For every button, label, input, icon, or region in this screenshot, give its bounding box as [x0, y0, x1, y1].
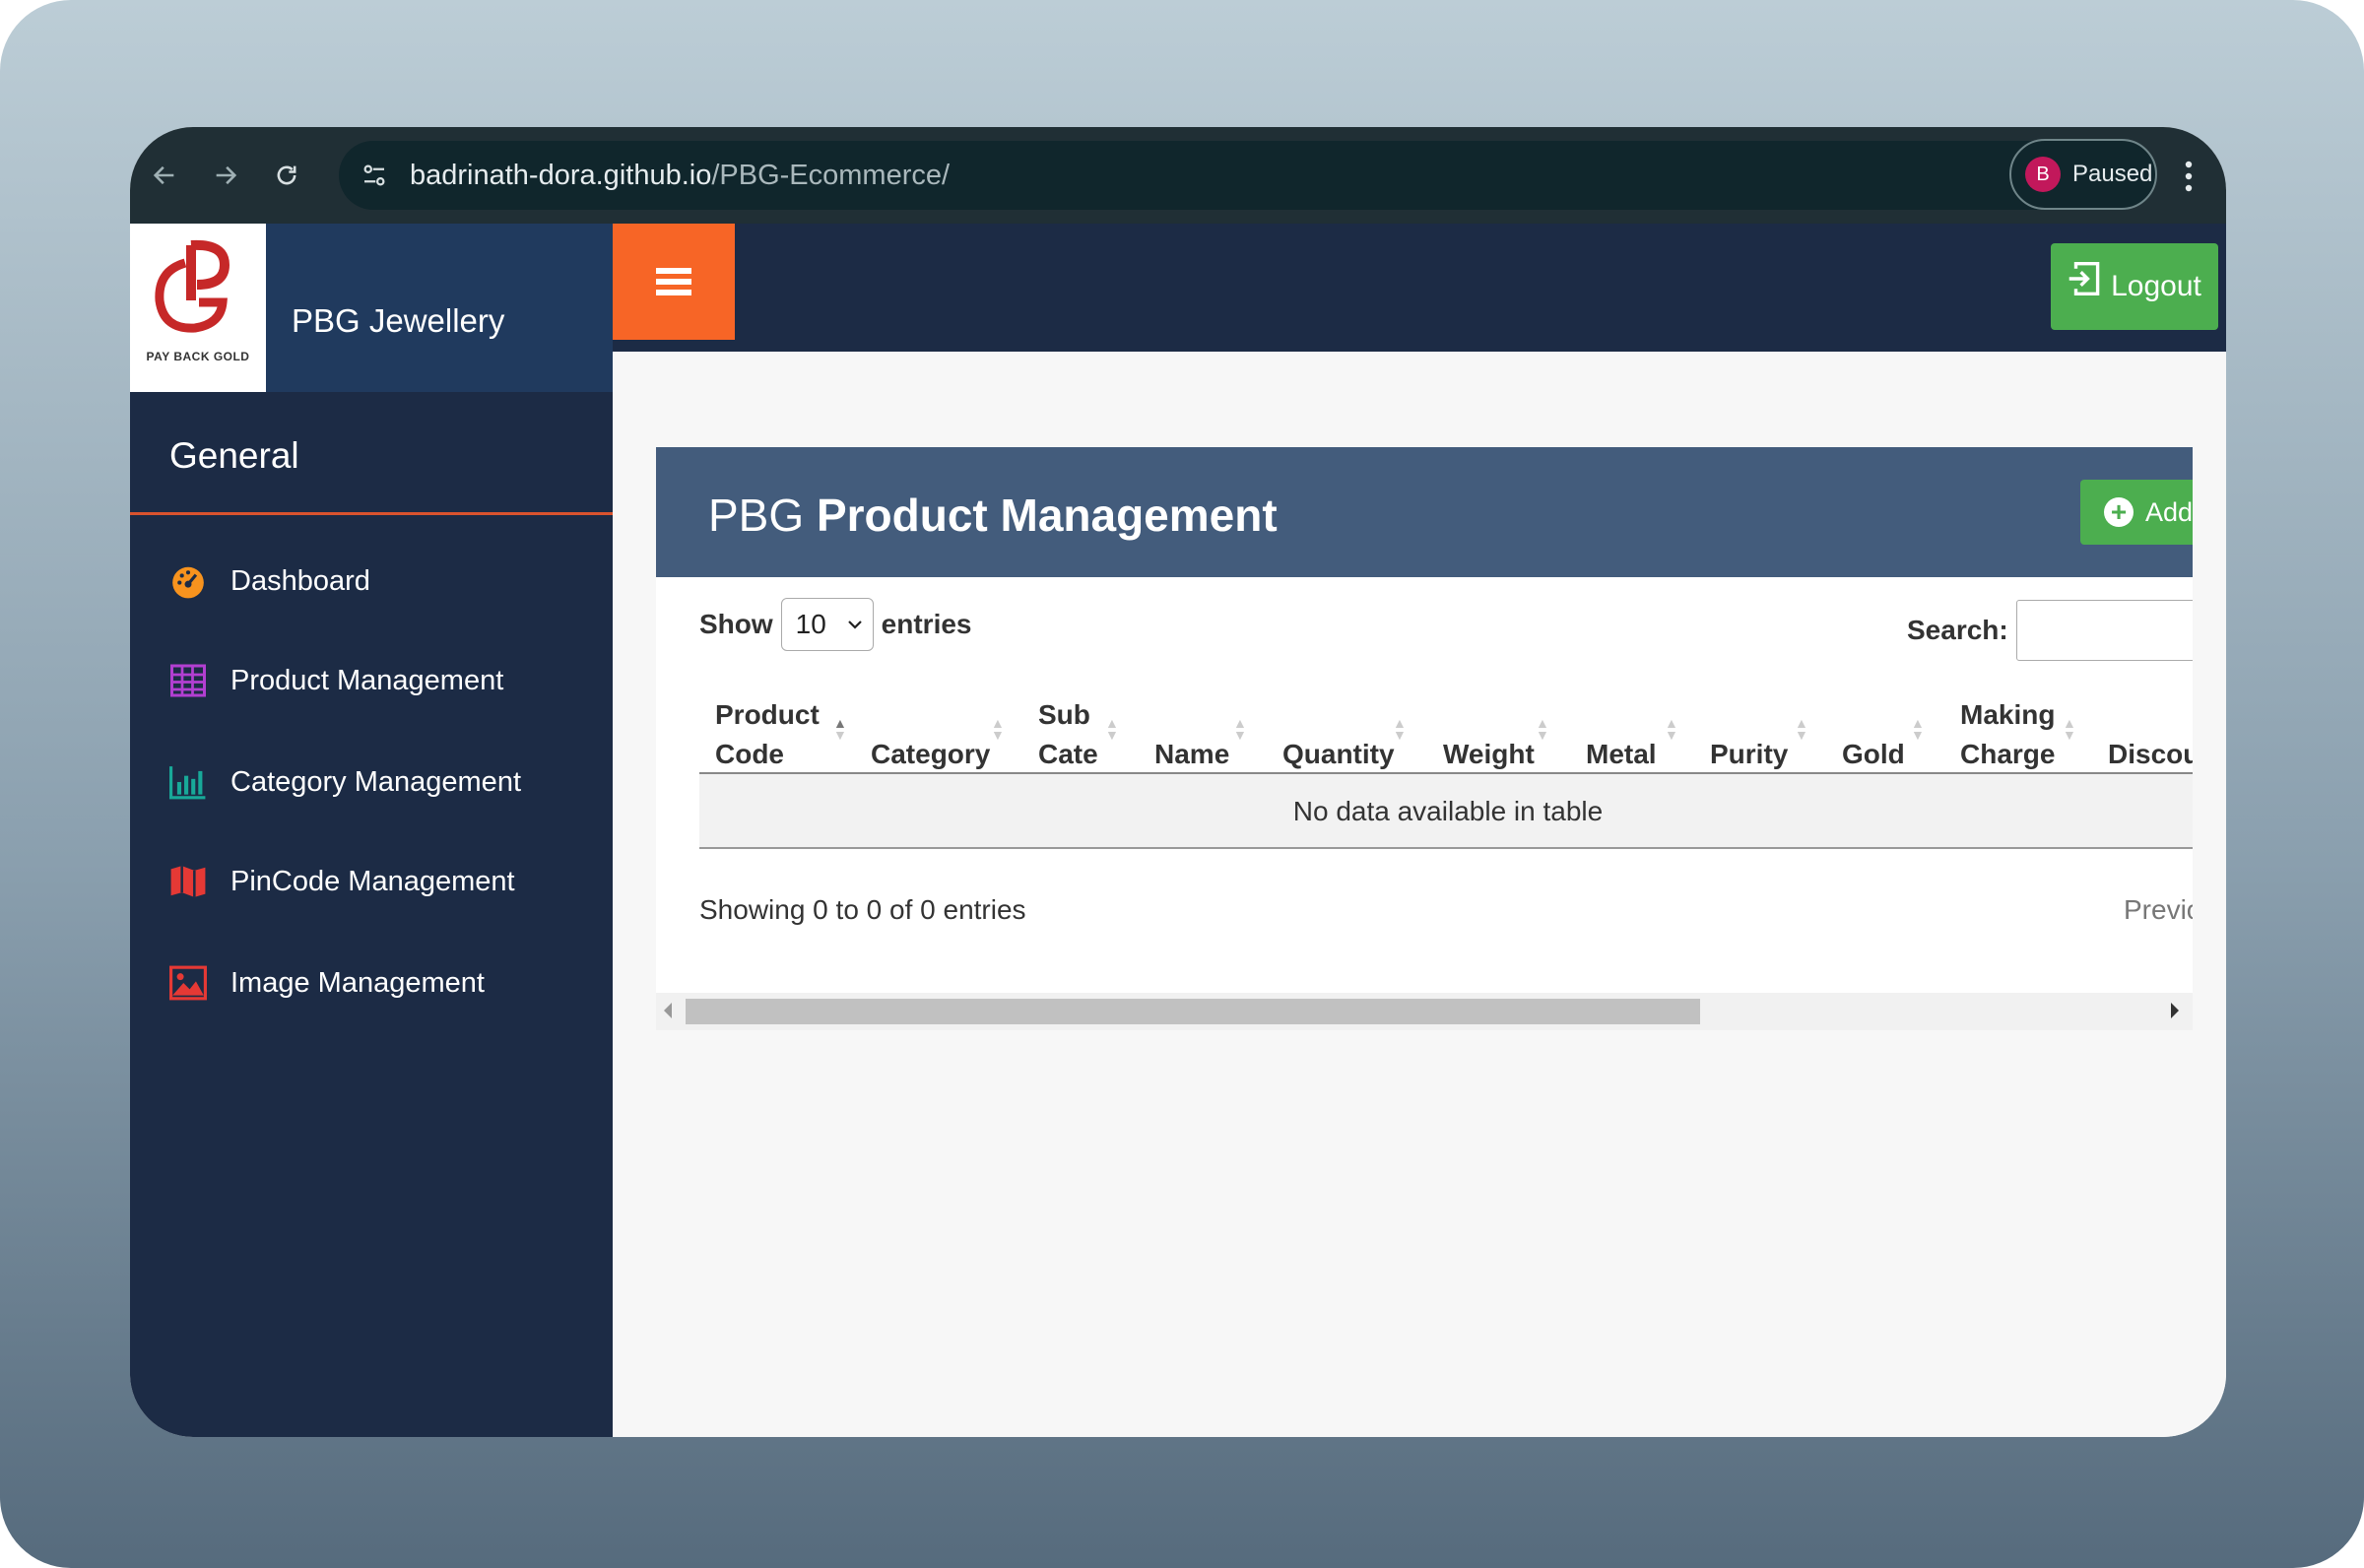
entries-length-control: Show 10 entries	[699, 598, 972, 651]
table-info: Showing 0 to 0 of 0 entries	[699, 894, 1026, 925]
sort-icon: ▲ ▼	[1233, 715, 1247, 743]
menu-toggle-button[interactable]	[613, 224, 735, 340]
sidebar-item-category-management[interactable]: Category Management	[169, 757, 521, 807]
avatar: B	[2025, 157, 2061, 192]
card-header: PBG Product Management + Add	[656, 447, 2193, 577]
entries-value: 10	[795, 609, 826, 639]
column-label: Making	[1960, 699, 2056, 730]
plus-circle-icon: +	[2104, 497, 2134, 527]
sidebar-item-label: Product Management	[230, 664, 504, 696]
column-label: Weight	[1443, 739, 1535, 769]
sidebar-item-product-management[interactable]: Product Management	[169, 656, 503, 705]
sort-icon: ▲ ▼	[1536, 715, 1549, 743]
logo[interactable]: PAY BACK GOLD	[130, 224, 266, 392]
scrollbar-thumb[interactable]	[686, 999, 1700, 1024]
sidebar-item-image-management[interactable]: Image Management	[169, 958, 485, 1008]
browser-window: badrinath-dora.github.io/PBG-Ecommerce/ …	[130, 127, 2226, 1437]
scroll-left-icon[interactable]	[664, 1003, 672, 1018]
title-prefix: PBG	[708, 490, 805, 541]
page-title: PBG Product Management	[708, 489, 1278, 542]
entries-select[interactable]: 10	[780, 598, 874, 651]
add-product-button[interactable]: + Add	[2080, 480, 2193, 545]
search-input[interactable]	[2015, 600, 2193, 661]
column-label: Discou	[2108, 739, 2193, 769]
sidebar-item-label: Image Management	[230, 966, 485, 999]
profile-button[interactable]: B Paused	[2009, 139, 2157, 210]
column-label: Cate	[1038, 739, 1098, 769]
column-label: Quantity	[1282, 739, 1395, 769]
sort-icon: ▲ ▼	[833, 715, 847, 743]
search-label: Search:	[1907, 615, 2008, 645]
url-path: /PBG-Ecommerce/	[711, 159, 951, 191]
entries-label: entries	[881, 609, 972, 639]
screenshot-frame: badrinath-dora.github.io/PBG-Ecommerce/ …	[0, 0, 2364, 1568]
main-content: PBG Product Management + Add Show 10 ent…	[613, 352, 2226, 1437]
sidebar-item-pincode-management[interactable]: PinCode Management	[169, 857, 515, 906]
search-control: Search:	[1907, 600, 2193, 661]
table-grid-icon	[169, 662, 207, 699]
reload-icon[interactable]	[256, 145, 317, 206]
brand-name[interactable]: PBG Jewellery	[292, 302, 504, 340]
sort-icon: ▲ ▼	[1795, 715, 1808, 743]
sidebar-item-label: Dashboard	[230, 564, 370, 597]
column-label: Metal	[1586, 739, 1657, 769]
section-divider	[130, 512, 613, 515]
table-row: No data available in table	[699, 774, 2193, 849]
bar-chart-icon	[169, 763, 207, 801]
column-label: Sub	[1038, 699, 1090, 730]
brand-bar: PAY BACK GOLD PBG Jewellery	[130, 224, 613, 392]
show-label: Show	[699, 609, 773, 639]
chevron-down-icon	[847, 621, 862, 629]
browser-toolbar: badrinath-dora.github.io/PBG-Ecommerce/ …	[130, 127, 2226, 224]
empty-message: No data available in table	[1292, 796, 1604, 826]
sidebar-item-dashboard[interactable]: Dashboard	[169, 556, 370, 606]
logo-text: PAY BACK GOLD	[146, 350, 250, 363]
hamburger-icon	[656, 268, 691, 295]
forward-arrow-icon[interactable]	[195, 145, 256, 206]
sidebar-section-title: General	[169, 435, 299, 476]
image-icon	[169, 964, 207, 1002]
scroll-right-icon[interactable]	[2171, 1003, 2179, 1018]
site-settings-icon[interactable]	[355, 156, 394, 195]
logout-button[interactable]: Logout	[2051, 243, 2218, 330]
product-card: PBG Product Management + Add Show 10 ent…	[656, 447, 2193, 1030]
map-icon	[169, 863, 207, 900]
sort-icon: ▲ ▼	[1665, 715, 1678, 743]
sidebar: PAY BACK GOLD PBG Jewellery General Dash…	[130, 224, 613, 1437]
sidebar-item-label: Category Management	[230, 765, 521, 798]
address-bar[interactable]: badrinath-dora.github.io/PBG-Ecommerce/	[339, 141, 2120, 210]
top-navbar: Logout	[613, 224, 2226, 352]
horizontal-scrollbar[interactable]	[656, 993, 2193, 1030]
sort-icon: ▲ ▼	[2063, 715, 2076, 743]
sidebar-item-label: PinCode Management	[230, 865, 515, 897]
sort-icon: ▲ ▼	[1393, 715, 1407, 743]
url-host: badrinath-dora.github.io	[410, 159, 712, 191]
sort-icon: ▲ ▼	[991, 715, 1005, 743]
dashboard-icon	[169, 562, 207, 600]
more-menu-icon[interactable]	[2179, 157, 2199, 196]
column-label: Code	[715, 739, 784, 769]
pbg-logo-icon	[155, 239, 230, 333]
url-text: badrinath-dora.github.io/PBG-Ecommerce/	[410, 160, 950, 192]
profile-status: Paused	[2072, 161, 2153, 187]
pagination-previous[interactable]: Previo	[2124, 894, 2193, 926]
title-main: Product Management	[816, 490, 1278, 541]
column-label: Category	[871, 739, 991, 769]
sort-icon: ▲ ▼	[1911, 715, 1925, 743]
column-label: Purity	[1710, 739, 1789, 769]
logout-label: Logout	[2111, 270, 2201, 302]
back-arrow-icon[interactable]	[134, 145, 195, 206]
column-label: Charge	[1960, 739, 2056, 769]
column-label: Product	[715, 699, 820, 730]
column-label: Name	[1154, 739, 1230, 769]
logout-icon	[2068, 262, 2100, 295]
column-label: Gold	[1842, 739, 1905, 769]
add-label: Add	[2145, 496, 2193, 527]
sort-icon: ▲ ▼	[1105, 715, 1119, 743]
table-header: Product Code ▲ ▼ Category ▲ ▼ Sub Cate ▲ ▼	[699, 691, 2193, 774]
